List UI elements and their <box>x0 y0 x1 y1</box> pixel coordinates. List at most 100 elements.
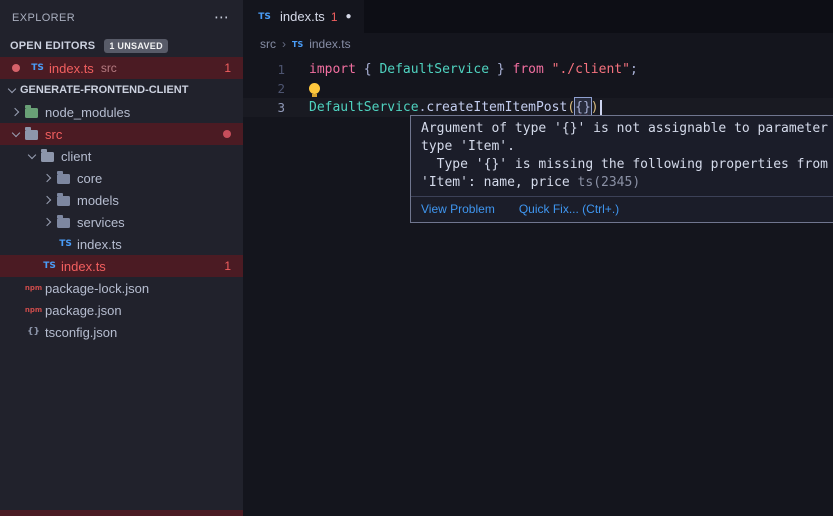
error-dot-icon <box>223 130 231 138</box>
folder-icon <box>25 130 38 140</box>
code-line-1[interactable]: 1import { DefaultService } from "./clien… <box>243 60 833 79</box>
open-editor-item-index-ts[interactable]: TS index.ts src 1 <box>0 57 243 79</box>
hover-message-text: Type '{}' is missing the following prope… <box>421 157 833 172</box>
tab-error-count: 1 <box>331 10 338 24</box>
text-cursor <box>600 100 602 115</box>
hover-message-text: 'Item': name, price <box>421 175 578 190</box>
hover-action-quick[interactable]: Quick Fix... (Ctrl+.) <box>519 202 619 216</box>
tree-item-index-ts[interactable]: TSindex.ts1 <box>0 255 243 277</box>
tree-item-src[interactable]: src <box>0 123 243 145</box>
open-editor-file-path: src <box>101 61 117 75</box>
breadcrumb-file[interactable]: index.ts <box>309 37 350 51</box>
modified-dot-icon <box>12 64 20 72</box>
explorer-sidebar: EXPLORER ⋯ OPEN EDITORS 1 UNSAVED TS ind… <box>0 0 243 516</box>
chevron-down-icon[interactable] <box>24 154 40 158</box>
line-number: 1 <box>243 60 285 79</box>
chevron-right-icon[interactable] <box>40 219 56 225</box>
typescript-file-icon: TS <box>292 40 303 49</box>
code-token: { <box>356 60 379 79</box>
file-label: src <box>45 127 62 142</box>
tree-item-package-json[interactable]: npmpackage.json <box>0 299 243 321</box>
open-editor-file-name: index.ts <box>49 61 94 76</box>
ts-file-icon: TS <box>40 261 59 271</box>
breadcrumb-folder[interactable]: src <box>260 37 276 51</box>
hover-message-line: Argument of type '{}' is not assignable … <box>421 120 833 138</box>
vscode-window: EXPLORER ⋯ OPEN EDITORS 1 UNSAVED TS ind… <box>0 0 833 516</box>
code-token: "./client" <box>552 60 630 79</box>
unsaved-badge: 1 UNSAVED <box>104 39 168 53</box>
open-editors-label: OPEN EDITORS <box>10 40 95 52</box>
editor-area: TS index.ts 1 ● src › TS index.ts 1impor… <box>243 0 833 516</box>
line-number: 3 <box>243 98 285 117</box>
tab-bar: TS index.ts 1 ● <box>243 0 833 33</box>
npm-file-icon: npm <box>24 284 43 292</box>
project-root-header[interactable]: GENERATE-FRONTEND-CLIENT <box>0 79 243 101</box>
hover-message-line: 'Item': name, price ts(2345) <box>421 174 833 192</box>
file-label: tsconfig.json <box>45 325 117 340</box>
tree-item-services[interactable]: services <box>0 211 243 233</box>
file-label: index.ts <box>77 237 122 252</box>
file-label: index.ts <box>61 259 106 274</box>
dirty-dot-icon[interactable]: ● <box>346 11 352 22</box>
file-label: core <box>77 171 102 186</box>
code-area[interactable]: 1import { DefaultService } from "./clien… <box>243 60 833 117</box>
folder-icon <box>25 108 38 118</box>
tree-item-models[interactable]: models <box>0 189 243 211</box>
hover-action-bar: View Problem Quick Fix... (Ctrl+.) <box>411 196 833 222</box>
line-number: 2 <box>243 79 285 98</box>
breadcrumb-separator: › <box>282 37 286 51</box>
npm-file-icon: npm <box>24 306 43 314</box>
file-label: services <box>77 215 125 230</box>
code-token: } <box>489 60 512 79</box>
typescript-file-icon: TS <box>255 12 274 22</box>
folder-icon <box>41 152 54 162</box>
typescript-file-icon: TS <box>28 63 47 73</box>
tree-item-tsconfig-json[interactable]: {}tsconfig.json <box>0 321 243 343</box>
hover-action-view[interactable]: View Problem <box>421 202 495 216</box>
json-file-icon: {} <box>24 327 43 337</box>
folder-icon <box>57 174 70 184</box>
chevron-down-icon <box>4 88 20 92</box>
code-line-2[interactable]: 2 <box>243 79 833 98</box>
code-token: ; <box>630 60 638 79</box>
chevron-right-icon[interactable] <box>8 109 24 115</box>
tab-index-ts[interactable]: TS index.ts 1 ● <box>243 0 364 33</box>
lightbulb-icon[interactable] <box>309 83 320 94</box>
open-editors-header[interactable]: OPEN EDITORS 1 UNSAVED <box>0 35 243 57</box>
file-label: node_modules <box>45 105 130 120</box>
line-content: import { DefaultService } from "./client… <box>285 60 638 79</box>
sidebar-header: EXPLORER ⋯ <box>0 0 243 35</box>
file-tree: node_modulessrc client core models services T… <box>0 101 243 343</box>
code-token: DefaultService <box>379 60 489 79</box>
chevron-right-icon[interactable] <box>40 197 56 203</box>
hover-message: Argument of type '{}' is not assignable … <box>411 116 833 196</box>
breadcrumb: src › TS index.ts <box>243 33 833 55</box>
code-token: import <box>309 60 356 79</box>
tree-item-core[interactable]: core <box>0 167 243 189</box>
file-label: models <box>77 193 119 208</box>
code-token: DefaultService <box>309 98 419 117</box>
tree-item-node-modules[interactable]: node_modules <box>0 101 243 123</box>
explorer-title: EXPLORER <box>12 12 75 24</box>
hover-message-line: type 'Item'. <box>421 138 833 156</box>
file-label: client <box>61 149 91 164</box>
tree-item-index-ts[interactable]: TSindex.ts <box>0 233 243 255</box>
folder-icon <box>57 196 70 206</box>
project-root-label: GENERATE-FRONTEND-CLIENT <box>20 84 188 96</box>
code-token <box>544 60 552 79</box>
tree-item-package-lock-json[interactable]: npmpackage-lock.json <box>0 277 243 299</box>
error-hover-popup: Argument of type '{}' is not assignable … <box>410 115 833 223</box>
hover-message-line: Type '{}' is missing the following prope… <box>421 156 833 174</box>
tree-item-client[interactable]: client <box>0 145 243 167</box>
code-token: from <box>513 60 544 79</box>
tab-label: index.ts <box>280 9 325 24</box>
file-label: package.json <box>45 303 122 318</box>
hover-message-text: Argument of type '{}' is not assignable … <box>421 121 833 136</box>
error-code-ref: ts(2345) <box>578 175 641 190</box>
line-content <box>285 83 324 94</box>
more-actions-icon[interactable]: ⋯ <box>214 10 229 25</box>
file-label: package-lock.json <box>45 281 149 296</box>
error-count-badge: 1 <box>224 61 231 75</box>
chevron-right-icon[interactable] <box>40 175 56 181</box>
chevron-down-icon[interactable] <box>8 132 24 136</box>
